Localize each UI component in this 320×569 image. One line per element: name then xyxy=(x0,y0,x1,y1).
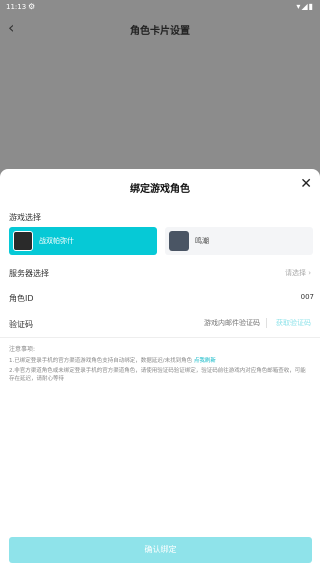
refresh-link[interactable]: 点我刷新 xyxy=(194,358,216,364)
settings-gear-icon: ⚙ xyxy=(28,2,36,11)
game-option-punishing[interactable]: 战双帕弥什 xyxy=(9,227,157,255)
confirm-bind-button[interactable]: 确认绑定 xyxy=(9,537,312,563)
verification-code-input[interactable] xyxy=(160,317,260,329)
game-section-label: 游戏选择 xyxy=(9,213,41,222)
signal-battery-icons: ▾◢▮ xyxy=(296,2,314,11)
game-thumbnail-icon xyxy=(13,231,33,251)
game-option-label: 鸣潮 xyxy=(195,237,209,245)
game-thumbnail-icon xyxy=(169,231,189,251)
role-id-label: 角色ID xyxy=(9,294,34,303)
note-1: 1.已绑定登录手机的官方渠道游戏角色支持自动绑定，数据延迟/未找到角色 点我刷新 xyxy=(9,357,311,365)
divider xyxy=(0,337,320,338)
dialog-title: 绑定游戏角色 xyxy=(130,184,190,195)
note-2: 2.非官方渠道角色或未绑定登录手机的官方渠道角色，请使用验证码验证绑定，验证码前… xyxy=(9,368,306,382)
close-icon[interactable]: ✕ xyxy=(300,177,312,191)
status-time: 11:13 xyxy=(6,3,27,11)
server-label: 服务器选择 xyxy=(9,269,49,278)
server-select[interactable]: 请选择 › xyxy=(285,268,311,278)
notes-title: 注意事项: xyxy=(9,346,36,353)
divider xyxy=(266,318,267,328)
page-title: 角色卡片设置 xyxy=(130,26,190,37)
status-bar: 11:13 ⚙ ▾◢▮ xyxy=(0,0,320,14)
note-1-text: 1.已绑定登录手机的官方渠道游戏角色支持自动绑定，数据延迟/未找到角色 xyxy=(9,358,193,364)
game-option-label: 战双帕弥什 xyxy=(39,237,74,245)
top-bar: ‹ 角色卡片设置 xyxy=(0,14,320,46)
game-select: 战双帕弥什 鸣潮 xyxy=(9,227,313,255)
code-label: 验证码 xyxy=(9,320,33,329)
get-code-button[interactable]: 获取验证码 xyxy=(276,318,311,328)
game-option-wuthering[interactable]: 鸣潮 xyxy=(165,227,313,255)
role-id-input[interactable] xyxy=(154,291,314,303)
bind-role-dialog: 绑定游戏角色 ✕ 游戏选择 战双帕弥什 鸣潮 服务器选择 请选择 › 角色ID … xyxy=(0,169,320,569)
